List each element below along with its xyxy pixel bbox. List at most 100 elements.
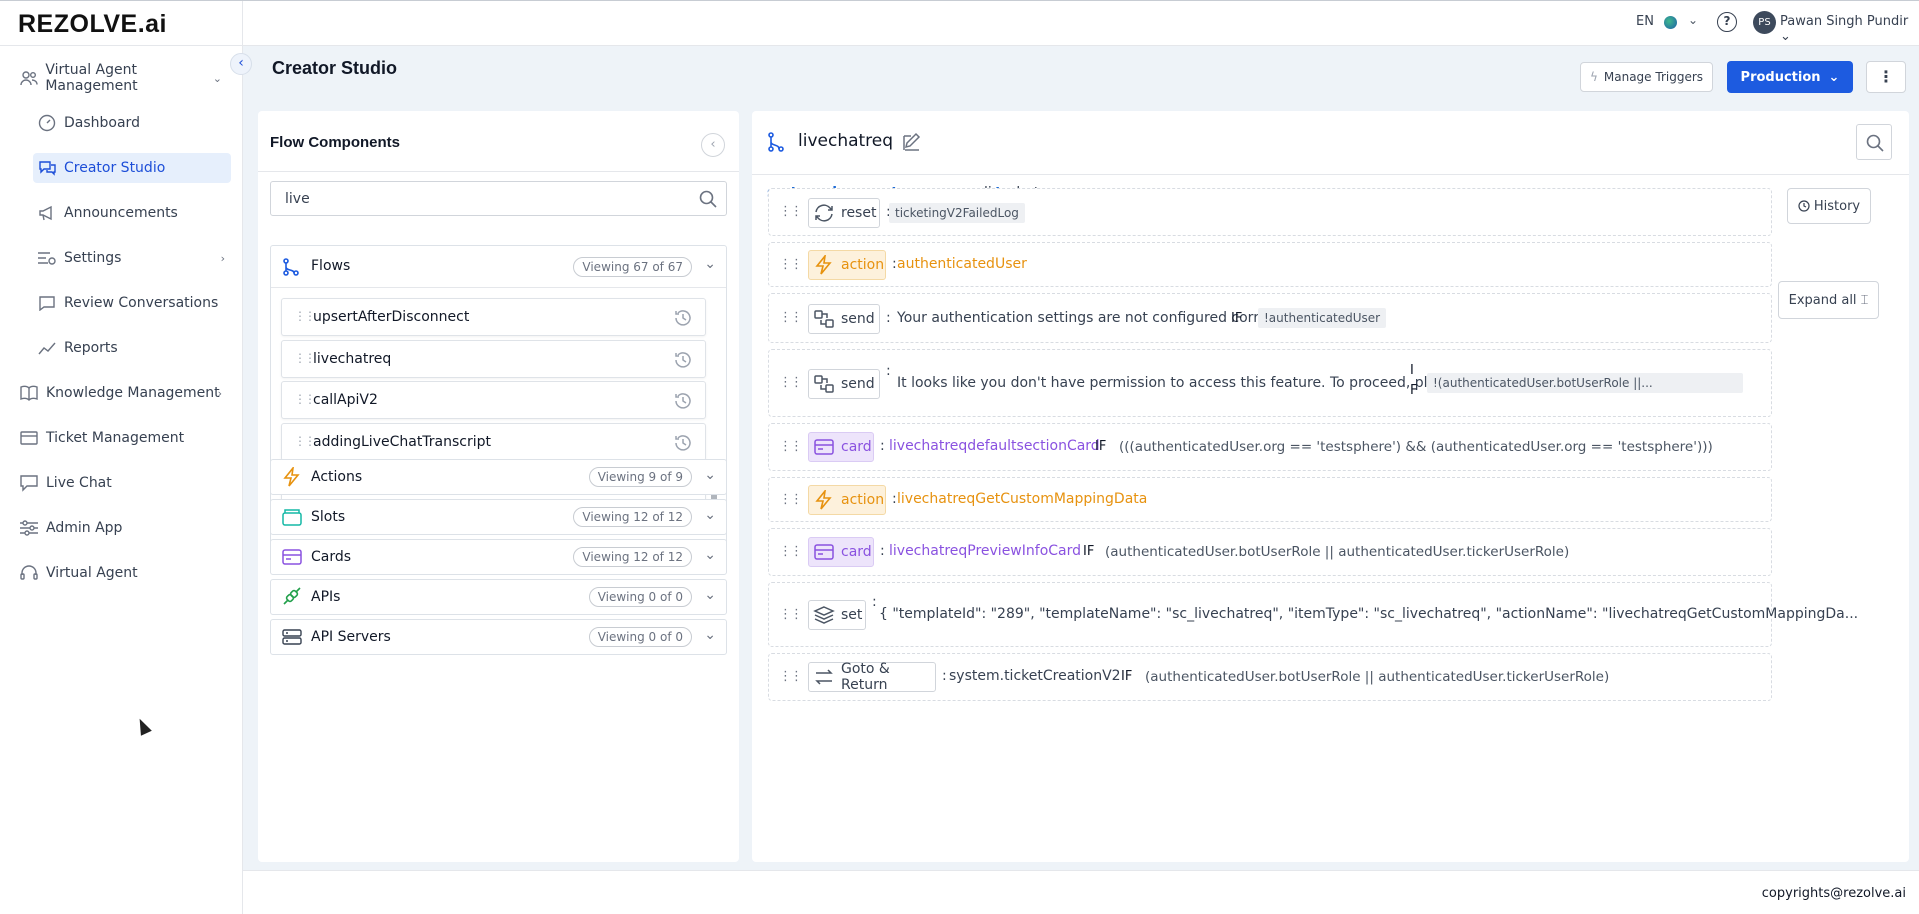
if-keyword: IF: [1083, 544, 1095, 559]
drag-handle-icon[interactable]: ⋮⋮: [294, 351, 316, 365]
drag-handle-icon[interactable]: ⋮⋮: [779, 204, 803, 219]
production-dropdown[interactable]: Production ⌄: [1727, 61, 1853, 93]
chevron-right-icon: ›: [217, 386, 222, 400]
step-type-tag[interactable]: reset: [808, 198, 880, 228]
flows-section-header[interactable]: Flows Viewing 67 of 67 ⌄: [271, 246, 726, 288]
lightning-icon: [813, 490, 835, 510]
step-value: livechatreqPreviewInfoCard: [889, 543, 1082, 559]
user-name: Pawan Singh Pundir: [1780, 14, 1909, 29]
help-icon[interactable]: ?: [1717, 12, 1737, 32]
sidebar-item-virtual-agent-management[interactable]: Virtual Agent Management ⌄: [18, 62, 228, 94]
sidebar-item-review-conversations[interactable]: Review Conversations: [33, 288, 231, 318]
step-type-tag[interactable]: send: [808, 369, 880, 399]
section-api-servers[interactable]: API Servers Viewing 0 of 0 ⌄: [270, 619, 727, 655]
flow-step-row[interactable]: ⋮⋮ send: Your authentication settings are …: [768, 293, 1772, 343]
sidebar-item-ticket-management[interactable]: Ticket Management: [18, 423, 228, 453]
drag-handle-icon[interactable]: ⋮⋮: [294, 392, 316, 406]
sidebar-item-live-chat[interactable]: Live Chat: [18, 468, 228, 498]
slots-icon: [281, 507, 303, 527]
history-icon[interactable]: [673, 350, 693, 370]
flow-step-row[interactable]: ⋮⋮ card: livechatreqPreviewInfoCard IF (auth…: [768, 528, 1772, 576]
history-icon[interactable]: [673, 391, 693, 411]
flow-list-item[interactable]: ⋮⋮ callApiV2: [281, 381, 706, 419]
production-label: Production: [1740, 69, 1821, 85]
step-type-tag[interactable]: Goto & Return: [808, 661, 936, 693]
search-input[interactable]: live: [270, 181, 727, 216]
edit-icon[interactable]: [901, 132, 923, 154]
drag-handle-icon[interactable]: ⋮⋮: [779, 492, 803, 507]
language-label[interactable]: EN: [1636, 14, 1654, 29]
user-menu[interactable]: Pawan Singh Pundir ⌄: [1780, 14, 1919, 44]
step-condition: !(authenticatedUser.botUserRole ||...: [1427, 373, 1743, 393]
section-slots[interactable]: Slots Viewing 12 of 12 ⌄: [270, 499, 727, 535]
avatar[interactable]: PS: [1753, 11, 1776, 34]
flow-step-row[interactable]: ⋮⋮ action: authenticatedUser: [768, 242, 1772, 287]
search-icon[interactable]: [698, 189, 718, 209]
chevron-down-icon[interactable]: ⌄: [704, 256, 716, 272]
sidebar-item-label: Admin App: [46, 520, 123, 536]
drag-handle-icon[interactable]: ⋮⋮: [779, 669, 803, 684]
drag-handle-icon[interactable]: ⋮⋮: [779, 310, 803, 325]
panel-collapse-button[interactable]: ‹: [701, 133, 725, 157]
expand-all-button[interactable]: Expand all ⌶: [1778, 281, 1879, 319]
chat-icon: [18, 474, 40, 492]
flow-list-item[interactable]: ⋮⋮ livechatreq: [281, 339, 706, 378]
flow-step-row[interactable]: ⋮⋮ card: livechatreqdefaultsectionCard IF ((…: [768, 423, 1772, 471]
sidebar-item-admin-app[interactable]: Admin App: [18, 513, 228, 543]
chevron-down-icon[interactable]: ⌄: [1688, 13, 1698, 27]
rezolve-logo[interactable]: REZOLVE.ai: [18, 10, 167, 39]
colon-separator: :: [886, 310, 891, 326]
step-type-tag[interactable]: card: [808, 432, 874, 462]
sidebar-item-knowledge-management[interactable]: Knowledge Management ›: [18, 378, 228, 408]
step-type-tag[interactable]: action: [808, 485, 886, 515]
more-options-icon[interactable]: ⋮: [1866, 61, 1906, 93]
history-icon[interactable]: [673, 308, 693, 328]
divider: [752, 174, 1909, 175]
chevron-down-icon[interactable]: ⌄: [704, 547, 716, 563]
step-type-tag[interactable]: set: [808, 600, 866, 630]
chevron-down-icon[interactable]: ⌄: [704, 587, 716, 603]
drag-handle-icon[interactable]: ⋮⋮: [779, 544, 803, 559]
drag-handle-icon[interactable]: ⋮⋮: [779, 439, 803, 454]
flow-step-row[interactable]: ⋮⋮reset:ticketingV2FailedLog: [768, 188, 1772, 236]
history-icon[interactable]: [673, 433, 693, 453]
flow-step-row[interactable]: ⋮⋮ set:{ "templateId": "289", "templateNa…: [768, 582, 1858, 647]
drag-handle-icon[interactable]: ⋮⋮: [779, 257, 803, 272]
editor-search-button[interactable]: [1856, 124, 1892, 160]
history-button[interactable]: History: [1787, 188, 1871, 224]
sidebar-item-dashboard[interactable]: Dashboard: [33, 108, 231, 138]
chevron-down-icon[interactable]: ⌄: [704, 627, 716, 643]
section-apis[interactable]: APIs Viewing 0 of 0 ⌄: [270, 579, 727, 615]
step-type-label: Goto & Return: [841, 661, 890, 693]
globe-icon[interactable]: [1664, 16, 1677, 29]
drag-handle-icon[interactable]: ⋮⋮: [779, 607, 803, 622]
section-actions[interactable]: Actions Viewing 9 of 9 ⌄: [270, 459, 727, 495]
step-type-label: card: [841, 544, 872, 560]
step-type-tag[interactable]: card: [808, 537, 874, 567]
layers-icon: [813, 605, 835, 625]
drag-handle-icon[interactable]: ⋮⋮: [294, 309, 316, 323]
sliders-icon: [18, 519, 40, 537]
drag-handle-icon[interactable]: ⋮⋮: [779, 375, 803, 390]
flow-step-row[interactable]: ⋮⋮ send: It looks like you don't have perm…: [768, 349, 1772, 417]
flow-list-item[interactable]: ⋮⋮ addingLiveChatTranscript: [281, 422, 706, 461]
manage-triggers-button[interactable]: ϟ Manage Triggers: [1580, 62, 1713, 92]
flow-list-item[interactable]: ⋮⋮ upsertAfterDisconnect: [281, 298, 706, 336]
flow-step-row[interactable]: ⋮⋮ action: livechatreqGetCustomMappingData: [768, 477, 1772, 522]
step-type-tag[interactable]: action: [808, 250, 886, 280]
chevron-down-icon[interactable]: ⌄: [704, 467, 716, 483]
sidebar-item-announcements[interactable]: Announcements: [33, 198, 231, 228]
section-label: Slots: [311, 509, 346, 525]
sidebar-item-creator-studio[interactable]: Creator Studio: [33, 153, 231, 183]
sidebar-collapse-button[interactable]: ‹: [230, 53, 252, 75]
sidebar-item-virtual-agent[interactable]: Virtual Agent: [18, 558, 228, 588]
step-value: system.ticketCreationV2: [949, 668, 1121, 684]
flow-step-row[interactable]: ⋮⋮ Goto & Return: system.ticketCreationV2 I…: [768, 653, 1772, 701]
step-type-tag[interactable]: send: [808, 304, 880, 334]
sidebar-item-settings[interactable]: Settings ›: [33, 243, 231, 273]
chevron-down-icon[interactable]: ⌄: [704, 507, 716, 523]
drag-handle-icon[interactable]: ⋮⋮: [294, 434, 316, 448]
section-cards[interactable]: Cards Viewing 12 of 12 ⌄: [270, 539, 727, 575]
sidebar-item-reports[interactable]: Reports: [33, 333, 231, 363]
send-icon: [813, 374, 835, 394]
